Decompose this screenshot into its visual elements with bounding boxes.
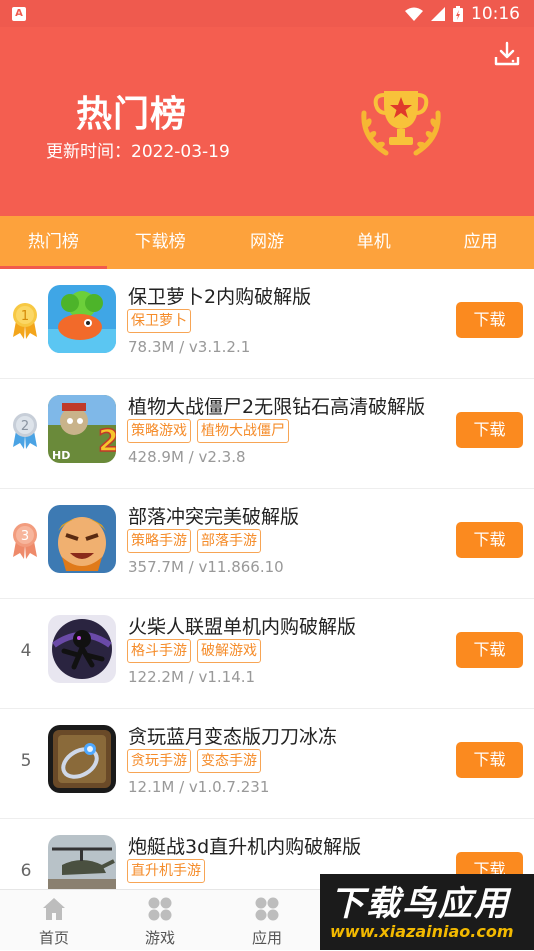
watermark-url: www.xiazainiao.com xyxy=(330,922,514,941)
app-size-version: 122.2M / v1.14.1 xyxy=(128,668,256,686)
tag[interactable]: 格斗手游 xyxy=(127,639,191,663)
app-size-version: 428.9M / v2.3.8 xyxy=(128,448,246,466)
app-size-version: 357.7M / v11.866.10 xyxy=(128,558,284,576)
app-name[interactable]: 部落冲突完美破解版 xyxy=(128,502,299,529)
app-name[interactable]: 炮艇战3d直升机内购破解版 xyxy=(128,832,361,859)
nav-home[interactable]: 首页 xyxy=(14,890,94,951)
trophy-icon xyxy=(361,91,441,156)
tag[interactable]: 策略手游 xyxy=(127,529,191,553)
tab-downloads[interactable]: 下载榜 xyxy=(107,216,214,269)
download-button[interactable]: 下载 xyxy=(456,412,523,448)
bronze-medal-icon: 3 xyxy=(13,523,37,559)
list-item[interactable]: 4 火柴人联盟单机内购破解版 格斗手游 破解游戏 122.2M / v1.14.… xyxy=(0,599,534,709)
app-icon-helicopter[interactable] xyxy=(48,835,116,889)
tag[interactable]: 保卫萝卜 xyxy=(127,309,191,333)
list-item[interactable]: 2 2 HD 植物大战僵尸2无限钻石高清破解版 策略游戏 植物大战僵尸 428.… xyxy=(0,379,534,489)
rank-number: 2 xyxy=(21,419,29,434)
download-button[interactable]: 下载 xyxy=(456,742,523,778)
app-name[interactable]: 火柴人联盟单机内购破解版 xyxy=(128,612,356,639)
update-time: 更新时间：2022-03-19 xyxy=(46,142,230,162)
nav-games[interactable]: 游戏 xyxy=(120,890,200,951)
tab-single-player[interactable]: 单机 xyxy=(320,216,427,269)
nav-label: 首页 xyxy=(38,929,69,947)
page-title: 热门榜 xyxy=(76,94,188,135)
silver-medal-icon: 2 xyxy=(13,413,37,449)
rank-number: 5 xyxy=(20,751,32,771)
list-item[interactable]: 1 保卫萝卜2内购破解版 保卫萝卜 78.3M / v3.1.2.1 下载 xyxy=(0,269,534,379)
apps-icon xyxy=(255,897,279,921)
tag[interactable]: 破解游戏 xyxy=(197,639,261,663)
nav-label: 游戏 xyxy=(144,929,175,947)
nav-apps[interactable]: 应用 xyxy=(227,890,307,951)
tag[interactable]: 策略游戏 xyxy=(127,419,191,443)
status-bar: A 10:16 xyxy=(0,0,534,27)
ranking-tabs: 热门榜 下载榜 网游 单机 应用 xyxy=(0,216,534,269)
tag-list: 格斗手游 破解游戏 xyxy=(127,639,261,663)
tag[interactable]: 植物大战僵尸 xyxy=(197,419,289,443)
app-icon-bluemoon[interactable] xyxy=(48,725,116,793)
rank-number: 6 xyxy=(20,861,32,881)
download-button[interactable]: 下载 xyxy=(456,522,523,558)
tab-apps[interactable]: 应用 xyxy=(427,216,534,269)
tag-list: 保卫萝卜 xyxy=(127,309,191,333)
app-icon-clash[interactable] xyxy=(48,505,116,573)
tag[interactable]: 直升机手游 xyxy=(127,859,205,883)
hero-banner: 热门榜 更新时间：2022-03-19 xyxy=(0,27,534,216)
rank-number: 1 xyxy=(21,309,29,324)
download-manager-icon[interactable] xyxy=(494,41,520,67)
tab-hot[interactable]: 热门榜 xyxy=(0,216,107,269)
app-name[interactable]: 植物大战僵尸2无限钻石高清破解版 xyxy=(128,392,425,419)
list-item[interactable]: 3 部落冲突完美破解版 策略手游 部落手游 357.7M / v11.866.1… xyxy=(0,489,534,599)
nav-label: 应用 xyxy=(251,929,282,947)
app-name[interactable]: 保卫萝卜2内购破解版 xyxy=(128,282,311,309)
watermark-title: 下载鸟应用 xyxy=(330,884,510,924)
rank-number: 4 xyxy=(20,641,32,661)
svg-text:HD: HD xyxy=(52,449,70,462)
app-icon-stickman[interactable] xyxy=(48,615,116,683)
list-item[interactable]: 5 贪玩蓝月变态版刀刀冰冻 贪玩手游 变态手游 12.1M / v1.0.7.2… xyxy=(0,709,534,819)
battery-icon xyxy=(453,5,463,22)
status-icons: 10:16 xyxy=(405,4,520,24)
watermark-logo: 下载鸟应用 www.xiazainiao.com xyxy=(320,874,534,950)
tag[interactable]: 部落手游 xyxy=(197,529,261,553)
download-button[interactable]: 下载 xyxy=(456,632,523,668)
tag[interactable]: 贪玩手游 xyxy=(127,749,191,773)
app-notification-icon: A xyxy=(12,6,26,21)
app-ranking-list: 1 保卫萝卜2内购破解版 保卫萝卜 78.3M / v3.1.2.1 下载 2 xyxy=(0,269,534,889)
app-icon-pvz[interactable]: 2 HD xyxy=(48,395,116,463)
tag-list: 策略手游 部落手游 xyxy=(127,529,261,553)
svg-text:2: 2 xyxy=(98,424,116,459)
tab-online-games[interactable]: 网游 xyxy=(214,216,321,269)
gold-medal-icon: 1 xyxy=(13,303,37,339)
tag-list: 直升机手游 xyxy=(127,859,205,883)
home-icon xyxy=(43,898,65,920)
wifi-icon xyxy=(405,7,423,21)
app-size-version: 78.3M / v3.1.2.1 xyxy=(128,338,251,356)
download-button[interactable]: 下载 xyxy=(456,302,523,338)
signal-icon xyxy=(431,6,445,21)
tag[interactable]: 变态手游 xyxy=(197,749,261,773)
grid-icon xyxy=(148,897,172,921)
app-name[interactable]: 贪玩蓝月变态版刀刀冰冻 xyxy=(128,722,337,749)
tag-list: 贪玩手游 变态手游 xyxy=(127,749,261,773)
rank-number: 3 xyxy=(21,529,29,544)
tag-list: 策略游戏 植物大战僵尸 xyxy=(127,419,289,443)
app-size-version: 12.1M / v1.0.7.231 xyxy=(128,778,270,796)
clock: 10:16 xyxy=(471,3,520,24)
app-icon-carrot[interactable] xyxy=(48,285,116,353)
